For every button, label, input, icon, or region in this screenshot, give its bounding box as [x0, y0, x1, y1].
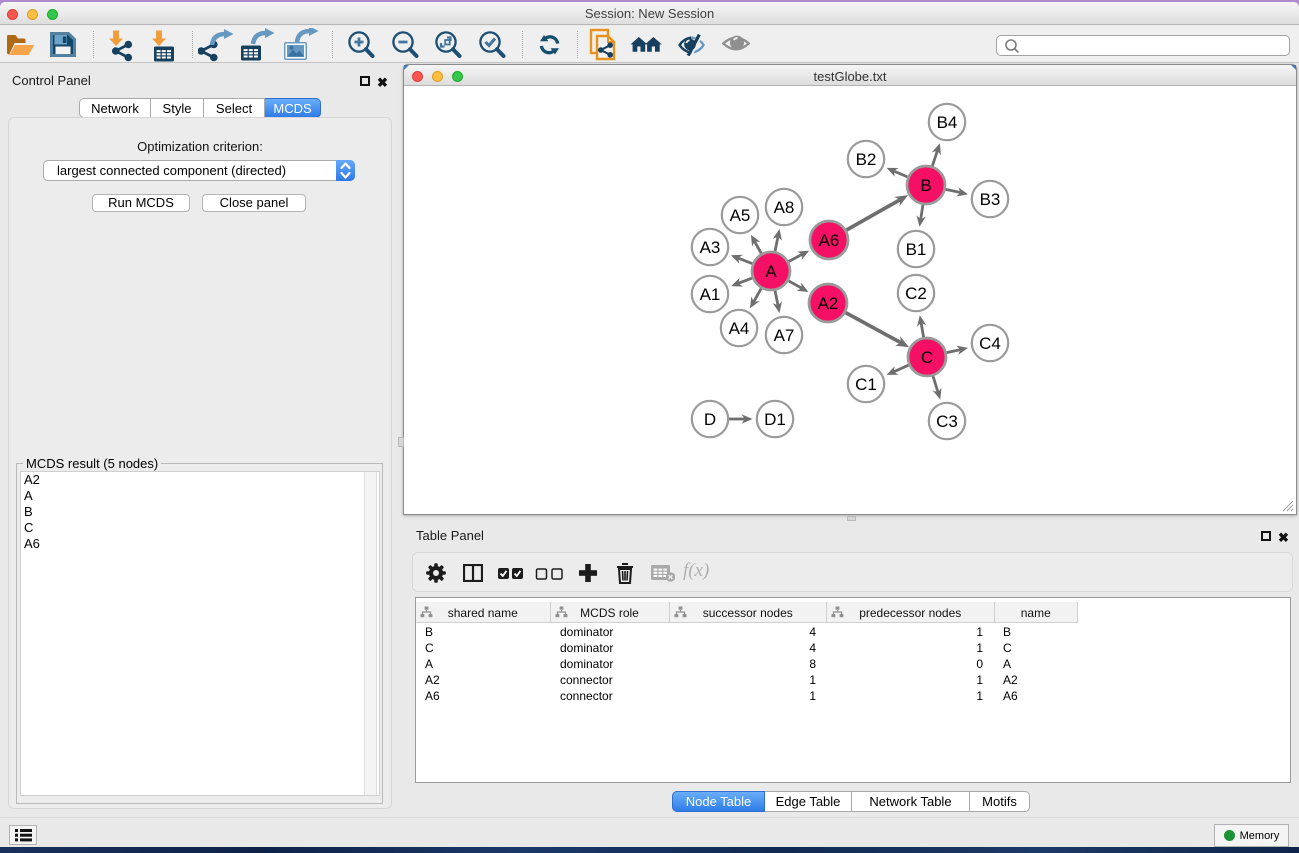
svg-text:B2: B2	[856, 150, 877, 169]
svg-text:D: D	[704, 410, 716, 429]
svg-text:D1: D1	[764, 410, 786, 429]
svg-text:A7: A7	[774, 326, 795, 345]
svg-text:A3: A3	[700, 238, 721, 257]
svg-text:C1: C1	[855, 375, 877, 394]
svg-text:C4: C4	[979, 334, 1001, 353]
svg-text:A6: A6	[819, 231, 840, 250]
svg-text:A2: A2	[818, 294, 839, 313]
svg-text:A5: A5	[730, 206, 751, 225]
svg-text:C: C	[921, 348, 933, 367]
svg-text:B: B	[920, 176, 931, 195]
svg-text:C3: C3	[936, 412, 958, 431]
svg-text:C2: C2	[905, 284, 927, 303]
svg-text:A: A	[765, 262, 777, 281]
svg-text:A4: A4	[729, 319, 750, 338]
svg-text:A8: A8	[774, 198, 795, 217]
svg-text:B1: B1	[906, 240, 927, 259]
svg-text:B4: B4	[937, 113, 958, 132]
svg-text:A1: A1	[700, 285, 721, 304]
svg-text:B3: B3	[980, 190, 1001, 209]
